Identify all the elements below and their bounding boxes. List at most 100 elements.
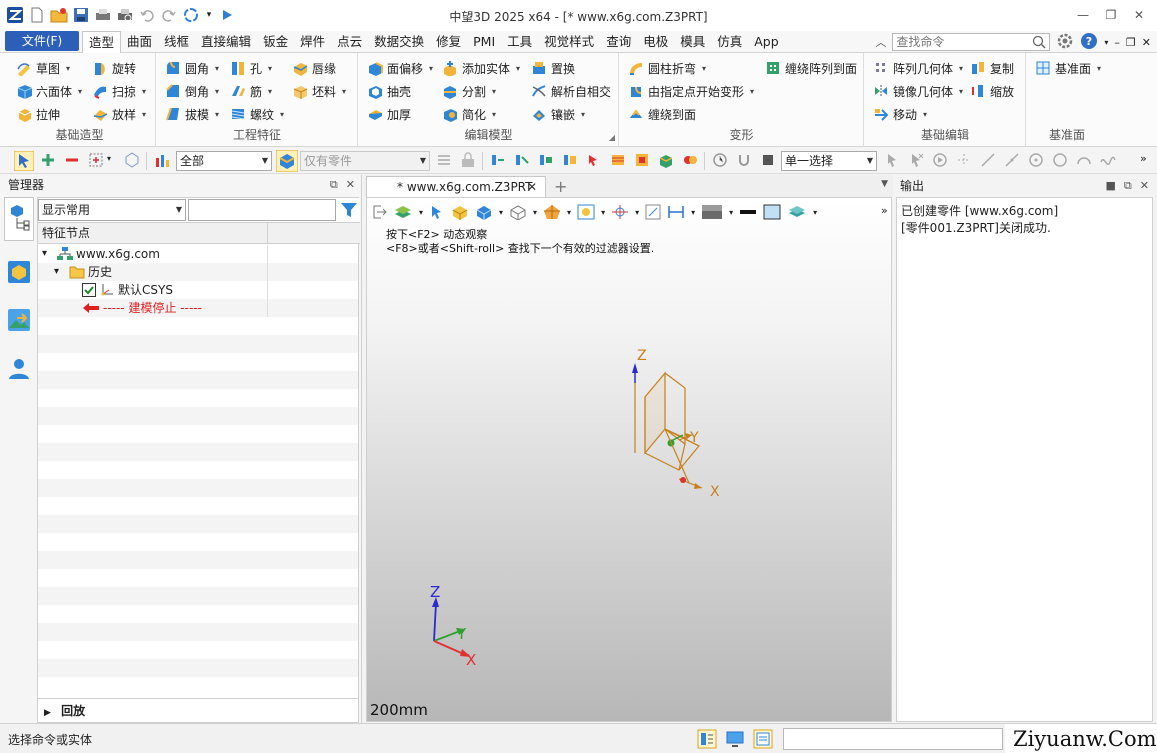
- spline-icon[interactable]: [1100, 152, 1116, 168]
- display-toggle-icon[interactable]: [725, 729, 745, 749]
- tab-simulation[interactable]: 仿真: [711, 31, 748, 53]
- thicken-button[interactable]: 加厚: [367, 104, 411, 124]
- minimize-icon[interactable]: —: [1069, 4, 1097, 26]
- output-stop-icon[interactable]: ■: [1106, 175, 1116, 197]
- chamfer-button[interactable]: 倒角 ▾: [165, 81, 219, 101]
- dimension-icon[interactable]: [667, 204, 685, 220]
- tab-tools[interactable]: 工具: [501, 31, 538, 53]
- color-swatch-icon[interactable]: [763, 204, 781, 220]
- filter-icon[interactable]: [155, 152, 171, 168]
- resolve-intersection-button[interactable]: 解析自相交: [531, 81, 611, 101]
- stock-button[interactable]: 坯料 ▾: [292, 81, 346, 101]
- select-layer-icon[interactable]: [610, 152, 626, 168]
- tree-toggle-icon[interactable]: [697, 729, 717, 749]
- toolbar-overflow-icon[interactable]: »: [1140, 152, 1147, 165]
- pick-filter-icon[interactable]: [712, 152, 728, 168]
- command-search-input[interactable]: [893, 34, 1024, 50]
- select-feature-icon[interactable]: [586, 152, 602, 168]
- user-tab[interactable]: [4, 351, 34, 385]
- hexagon-select-icon[interactable]: [124, 152, 140, 168]
- part-only-select[interactable]: 仅有零件 ▼: [300, 151, 430, 171]
- sketch-button[interactable]: 草图 ▾: [16, 58, 70, 78]
- line-style-icon[interactable]: [739, 207, 757, 217]
- select-mode-select[interactable]: 单一选择 ▼: [781, 151, 877, 171]
- restore-icon[interactable]: ❐: [1097, 4, 1125, 26]
- tree-expander-icon[interactable]: ▾: [54, 263, 66, 281]
- cursor-icon[interactable]: [884, 152, 900, 168]
- collapse-ribbon-icon[interactable]: ︿: [875, 34, 886, 50]
- tree-expander-icon[interactable]: ▾: [42, 245, 54, 263]
- select-body-icon[interactable]: [658, 152, 674, 168]
- remove-icon[interactable]: [64, 152, 80, 168]
- layer-dropdown-icon[interactable]: ▾: [419, 208, 423, 217]
- tab-app[interactable]: App: [748, 31, 784, 53]
- output-close-icon[interactable]: ✕: [1140, 175, 1149, 197]
- tab-weldment[interactable]: 焊件: [294, 31, 331, 53]
- document-tab-close-icon[interactable]: ✕: [527, 177, 537, 197]
- wrap-face-button[interactable]: 缠绕到面: [628, 104, 696, 124]
- rollback-bar[interactable]: ▶ 回放: [38, 698, 358, 722]
- scale-button[interactable]: 缩放: [970, 81, 1014, 101]
- tab-inquire[interactable]: 查询: [600, 31, 637, 53]
- close-icon[interactable]: ✕: [1125, 4, 1153, 26]
- mirror-geometry-button[interactable]: 镜像几何体 ▾: [873, 81, 963, 101]
- add-icon[interactable]: [40, 152, 56, 168]
- pick-mode-icon[interactable]: [14, 151, 34, 171]
- pattern-geometry-button[interactable]: 阵列几何体 ▾: [873, 58, 963, 78]
- exit-icon[interactable]: [371, 204, 387, 220]
- doc-close-icon[interactable]: ✕: [1142, 36, 1151, 49]
- add-solid-button[interactable]: 添加实体 ▾: [442, 58, 520, 78]
- tab-point-cloud[interactable]: 点云: [331, 31, 368, 53]
- block-button[interactable]: 六面体 ▾: [16, 81, 82, 101]
- select-point-icon[interactable]: [490, 152, 506, 168]
- loft-button[interactable]: 放样 ▾: [92, 104, 146, 124]
- copy-button[interactable]: 复制: [970, 58, 1014, 78]
- extrude-button[interactable]: 拉伸: [16, 104, 60, 124]
- box-select-icon[interactable]: [88, 152, 104, 168]
- split-button[interactable]: 分割 ▾: [442, 81, 496, 101]
- tab-modeling[interactable]: 造型: [82, 31, 122, 54]
- document-tab[interactable]: * www.x6g.com.Z3PRT ✕: [366, 176, 546, 197]
- tree-filter-icon[interactable]: [340, 201, 358, 219]
- filter-settings-icon[interactable]: [436, 152, 452, 168]
- shaded-solid-icon[interactable]: [451, 204, 469, 220]
- dimension-dropdown-icon[interactable]: ▾: [691, 208, 695, 217]
- render-dropdown-icon[interactable]: ▾: [567, 208, 571, 217]
- tree-node-csys[interactable]: 默认CSYS: [38, 281, 358, 299]
- point-snap-icon[interactable]: [956, 152, 972, 168]
- thread-button[interactable]: 螺纹 ▾: [230, 104, 284, 124]
- tab-pmi[interactable]: PMI: [467, 31, 501, 53]
- select-shape-icon[interactable]: [562, 152, 578, 168]
- line-icon[interactable]: [980, 152, 996, 168]
- crosshair-dropdown-icon[interactable]: ▾: [635, 208, 639, 217]
- tab-repair[interactable]: 修复: [430, 31, 467, 53]
- panel-float-icon[interactable]: ⧉: [330, 175, 338, 195]
- crosshair-icon[interactable]: [611, 204, 629, 220]
- entity-filter-select[interactable]: 全部 ▼: [176, 151, 272, 171]
- tree-node-stop[interactable]: ----- 建模停止 -----: [38, 299, 358, 317]
- replace-button[interactable]: 置换: [531, 58, 575, 78]
- magnet-icon[interactable]: [736, 152, 752, 168]
- tree-node-history[interactable]: ▾ 历史: [38, 263, 358, 281]
- face-offset-button[interactable]: 面偏移 ▾: [367, 58, 433, 78]
- shell-button[interactable]: 抽壳: [367, 81, 411, 101]
- fillet-button[interactable]: 圆角 ▾: [165, 58, 219, 78]
- pick-view-icon[interactable]: [429, 204, 445, 220]
- tab-electrode[interactable]: 电极: [637, 31, 674, 53]
- tab-surface[interactable]: 曲面: [121, 31, 158, 53]
- help-icon[interactable]: ?: [1080, 32, 1098, 53]
- wireframe-cube-icon[interactable]: [509, 204, 527, 220]
- simplify-button[interactable]: 简化 ▾: [442, 104, 496, 124]
- command-search[interactable]: [892, 33, 1051, 51]
- settings-gear-icon[interactable]: [1056, 32, 1074, 53]
- wireframe-dropdown-icon[interactable]: ▾: [533, 208, 537, 217]
- revolve-button[interactable]: 旋转: [92, 58, 136, 78]
- circle-point-icon[interactable]: [1028, 152, 1044, 168]
- output-toggle-icon[interactable]: [753, 729, 773, 749]
- tab-mold[interactable]: 模具: [674, 31, 711, 53]
- wrap-pattern-button[interactable]: 缠绕阵列到面: [765, 58, 857, 78]
- tab-wireframe[interactable]: 线框: [158, 31, 195, 53]
- tab-data-exchange[interactable]: 数据交换: [368, 31, 430, 53]
- tab-list-icon[interactable]: ▼: [881, 179, 888, 189]
- view-manager-tab[interactable]: [4, 255, 34, 289]
